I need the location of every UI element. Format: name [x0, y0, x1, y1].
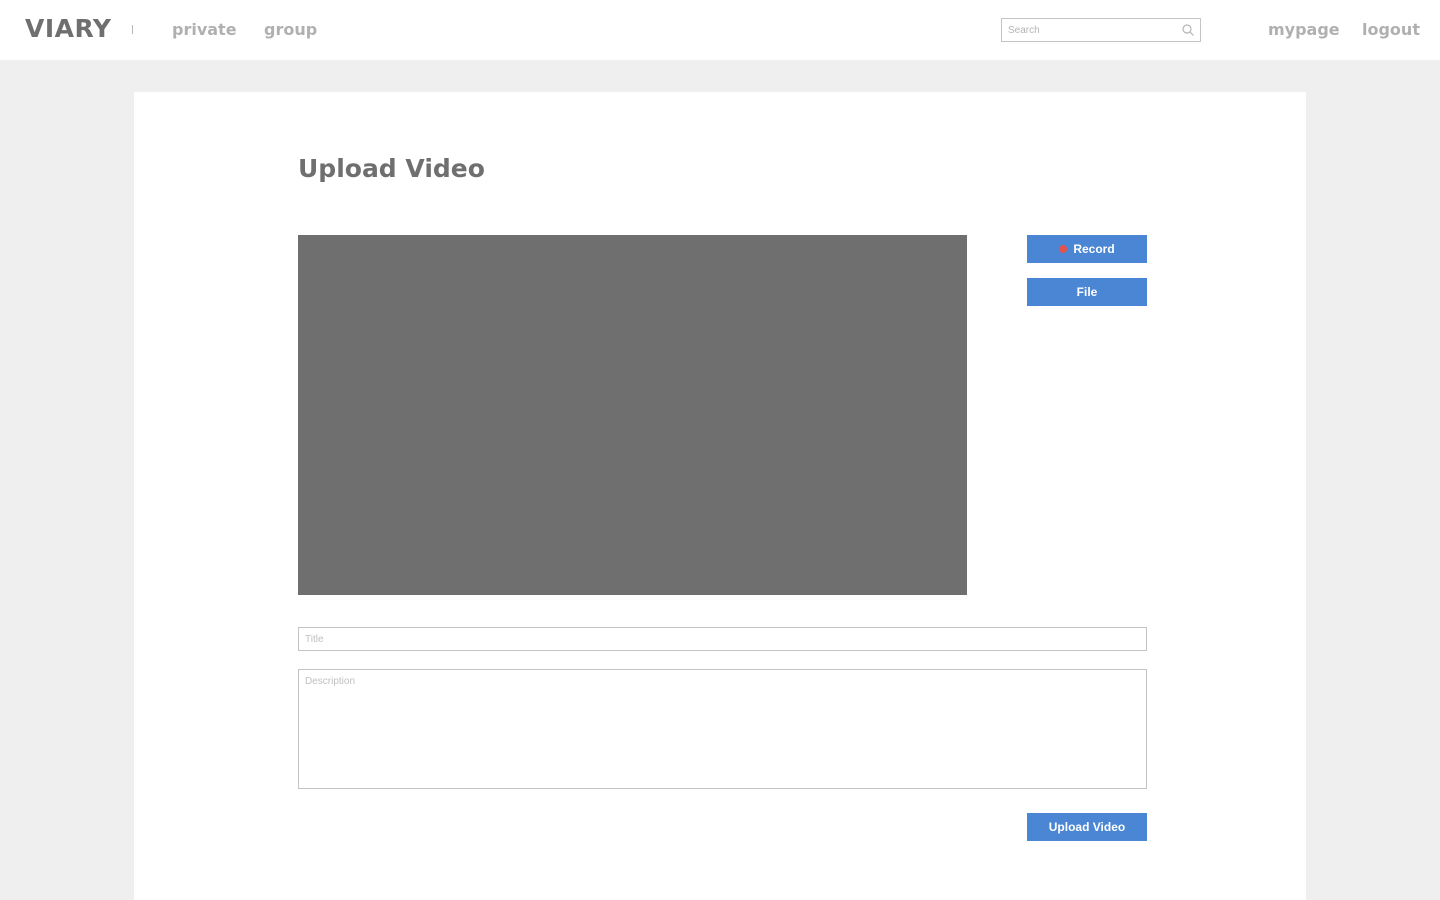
page-title: Upload Video [298, 154, 485, 183]
nav-group-link[interactable]: group [264, 20, 317, 39]
file-button-label: File [1076, 285, 1098, 299]
title-input[interactable] [299, 628, 1146, 650]
record-button-label: Record [1073, 242, 1115, 256]
upload-video-button[interactable]: Upload Video [1027, 813, 1147, 841]
video-preview [298, 235, 967, 595]
nav-divider [132, 25, 133, 34]
search-box [1001, 18, 1201, 42]
search-input[interactable] [1002, 19, 1180, 41]
record-dot-icon [1059, 245, 1068, 253]
top-navigation-bar: VIARY private group mypage logout [0, 0, 1440, 60]
nav-logout-link[interactable]: logout [1362, 20, 1420, 39]
description-textarea[interactable] [299, 670, 1146, 788]
search-icon[interactable] [1181, 23, 1195, 37]
nav-private-link[interactable]: private [172, 20, 237, 39]
app-logo[interactable]: VIARY [25, 14, 111, 43]
record-button[interactable]: Record [1027, 235, 1147, 263]
file-button[interactable]: File [1027, 278, 1147, 306]
description-field [298, 669, 1147, 789]
upload-video-button-label: Upload Video [1048, 820, 1126, 834]
nav-mypage-link[interactable]: mypage [1268, 20, 1340, 39]
title-field [298, 627, 1147, 651]
upload-card: Upload Video Record File Upload Video [134, 92, 1306, 900]
